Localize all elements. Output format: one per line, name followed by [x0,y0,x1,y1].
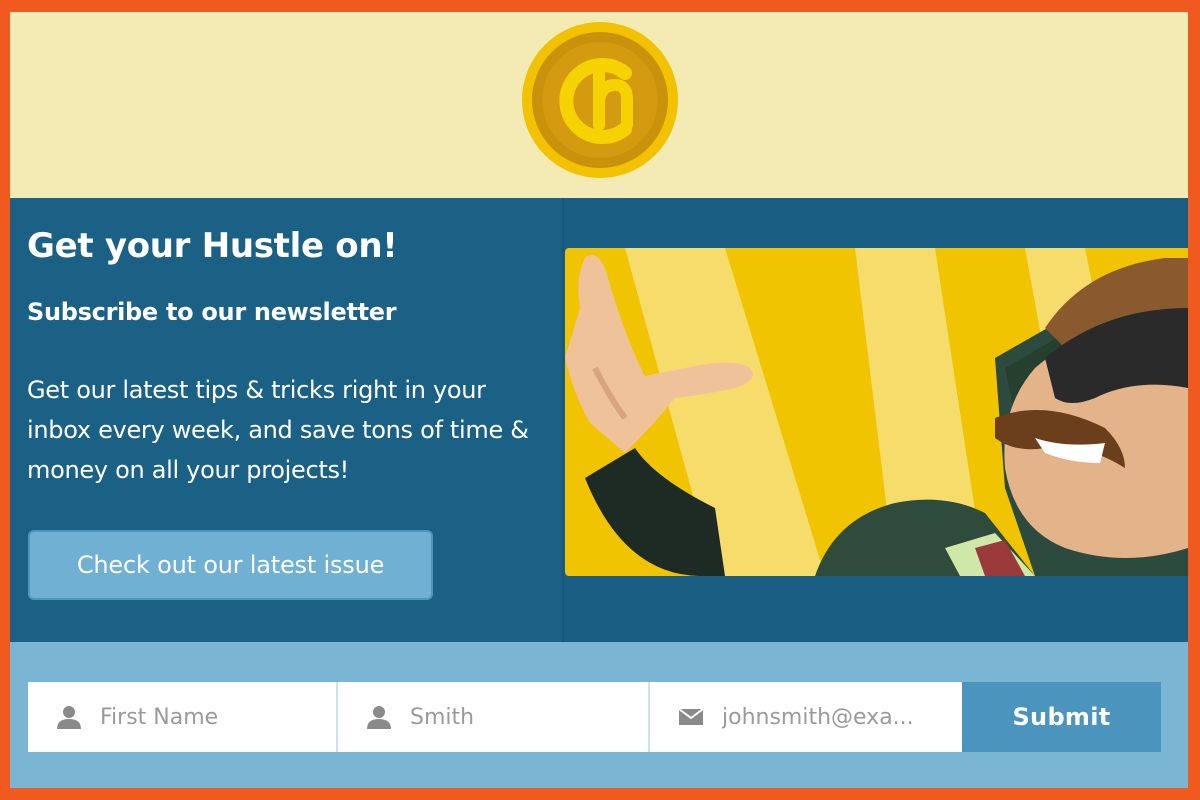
email-field [650,682,962,752]
promo-title: Get your Hustle on! [27,226,398,266]
user-icon [367,706,391,729]
promo-description: Get our latest tips & tricks right in yo… [27,376,529,484]
envelope-icon [678,708,704,725]
user-icon [57,706,81,729]
first-name-field [28,682,338,752]
latest-issue-button[interactable]: Check out our latest issue [28,530,433,600]
superhero-illustration-icon [565,248,1188,576]
promo-subtitle: Subscribe to our newsletter [27,298,397,326]
promo-section: Get your Hustle on! Subscribe to our new… [10,198,1188,642]
hero-illustration [565,248,1188,576]
header [10,12,1188,198]
page-frame: Get your Hustle on! Subscribe to our new… [0,0,1200,800]
column-divider [562,198,564,642]
last-name-field [338,682,650,752]
promo-text-column: Get your Hustle on! Subscribe to our new… [10,198,562,642]
last-name-input[interactable] [408,703,648,731]
submit-button[interactable]: Submit [962,682,1161,752]
signup-form: Submit [10,642,1188,788]
first-name-input[interactable] [98,703,336,731]
hustle-logo-icon [522,22,678,178]
email-input[interactable] [720,703,962,731]
